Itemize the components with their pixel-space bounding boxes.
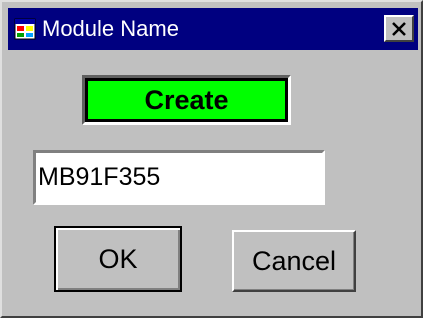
module-name-input[interactable] xyxy=(33,150,325,205)
close-icon xyxy=(392,21,406,36)
close-button[interactable] xyxy=(384,15,414,42)
title-bar[interactable]: Module Name xyxy=(8,8,418,50)
status-indicator: Create xyxy=(82,75,291,125)
window-title: Module Name xyxy=(42,16,179,41)
ok-button[interactable]: OK xyxy=(54,226,182,292)
app-icon xyxy=(14,18,36,40)
status-label: Create xyxy=(88,81,285,119)
module-name-dialog: Module Name Create OK Cancel xyxy=(0,0,423,318)
cancel-button[interactable]: Cancel xyxy=(232,230,356,292)
